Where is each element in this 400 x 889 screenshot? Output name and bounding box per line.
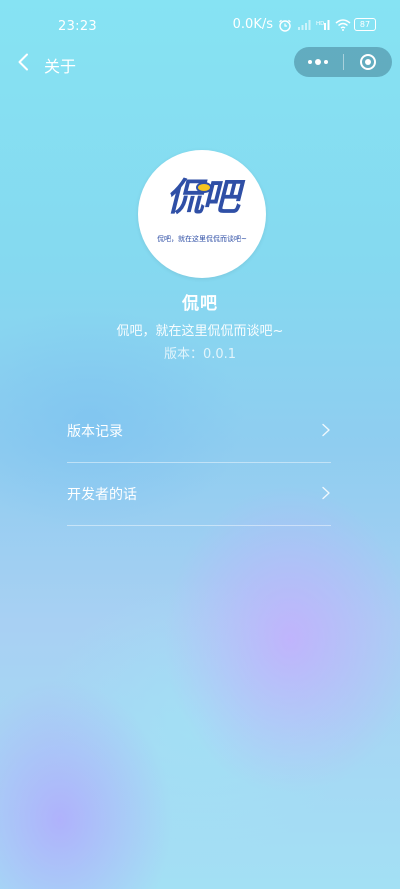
status-indicators: 0.0K/s HD 87 [233,17,376,32]
network-speed: 0.0K/s [232,17,273,32]
more-dots-icon [308,59,329,65]
more-button[interactable] [294,47,343,77]
chevron-right-icon [321,485,331,500]
alarm-clock-icon [278,19,292,32]
cellular-signal-icon [297,19,311,31]
app-name: 侃吧 [182,294,218,314]
about-screen: 23:23 0.0K/s HD 87 关于 侃吧 侃吧，就在这里侃侃而谈吧~ 侃… [0,0,400,889]
close-mini-program-button[interactable] [343,47,392,77]
battery-icon: 87 [354,18,376,31]
chevron-right-icon [321,422,331,437]
status-time: 23:23 [58,19,97,34]
app-version: 版本：0.0.1 [163,347,237,362]
back-button[interactable] [12,50,34,78]
hd-icon: HD [316,19,330,31]
menu-item-label: 版本记录 [67,424,123,440]
chevron-left-icon [17,53,29,75]
app-slogan: 侃吧，就在这里侃侃而谈吧~ [116,324,284,339]
app-logo: 侃吧 侃吧，就在这里侃侃而谈吧~ [138,150,266,278]
svg-text:HD: HD [316,21,324,27]
logo-tagline: 侃吧，就在这里侃侃而谈吧~ [157,235,247,243]
logo-eye-icon [196,182,212,193]
menu-item-label: 开发者的话 [67,487,137,503]
mini-program-capsule [294,47,392,77]
status-bar: 23:23 0.0K/s HD 87 [0,0,400,44]
menu-item-version-history[interactable]: 版本记录 [67,400,331,463]
menu-item-developer-notes[interactable]: 开发者的话 [67,463,331,526]
target-close-icon [359,54,376,70]
wifi-icon [335,18,351,31]
page-title: 关于 [44,57,77,76]
about-menu: 版本记录 开发者的话 [67,400,331,526]
nav-bar: 关于 [0,44,400,84]
